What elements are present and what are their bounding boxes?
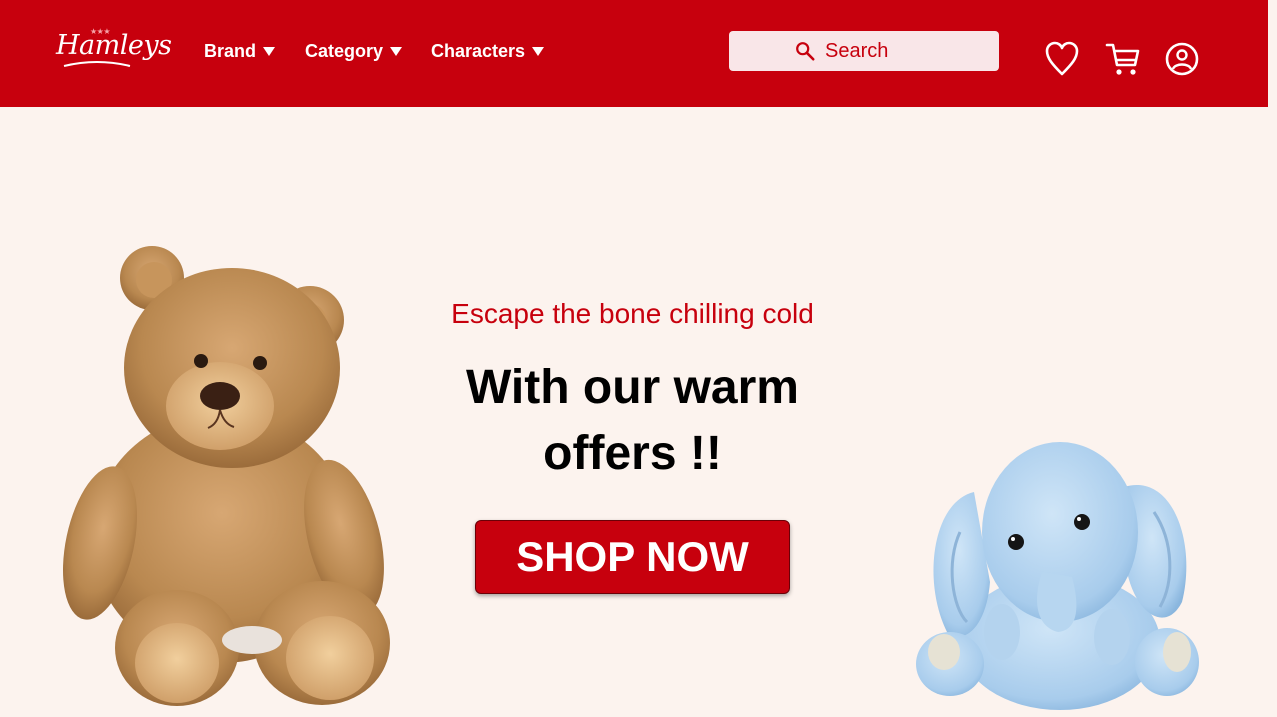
search-bar[interactable]: [729, 31, 999, 71]
chevron-down-icon: [263, 46, 276, 56]
hero-headline-line2: offers !!: [543, 427, 722, 480]
shop-now-button[interactable]: SHOP NOW: [475, 520, 790, 594]
nav-brand-dropdown[interactable]: Brand: [204, 38, 276, 64]
nav-category-dropdown[interactable]: Category: [305, 38, 403, 64]
chevron-down-icon: [390, 46, 403, 56]
hero-headline-line1: With our warm: [466, 361, 799, 414]
search-input[interactable]: [825, 36, 990, 66]
elephant-plush-image: [916, 442, 1199, 710]
hamleys-logo[interactable]: Hamleys ★★★: [56, 18, 172, 74]
chevron-down-icon: [532, 46, 545, 56]
teddy-bear-image: [62, 246, 390, 706]
logo-stars-icon: ★★★: [90, 27, 111, 36]
nav-brand-label: Brand: [204, 40, 257, 61]
logo-swoosh-icon: [63, 61, 131, 67]
heart-icon[interactable]: [1044, 40, 1080, 78]
nav-characters-label: Characters: [431, 40, 526, 61]
search-icon[interactable]: [794, 40, 816, 62]
hero-headline: With our warm offers !!: [400, 355, 865, 487]
cart-icon[interactable]: [1105, 40, 1141, 78]
nav-characters-dropdown[interactable]: Characters: [431, 38, 545, 64]
top-navbar: Hamleys ★★★ Brand Category Characters: [0, 0, 1268, 107]
nav-category-label: Category: [305, 40, 384, 61]
logo-text: Hamleys: [56, 30, 172, 61]
user-icon[interactable]: [1164, 40, 1200, 78]
hero-tagline: Escape the bone chilling cold: [451, 298, 814, 329]
